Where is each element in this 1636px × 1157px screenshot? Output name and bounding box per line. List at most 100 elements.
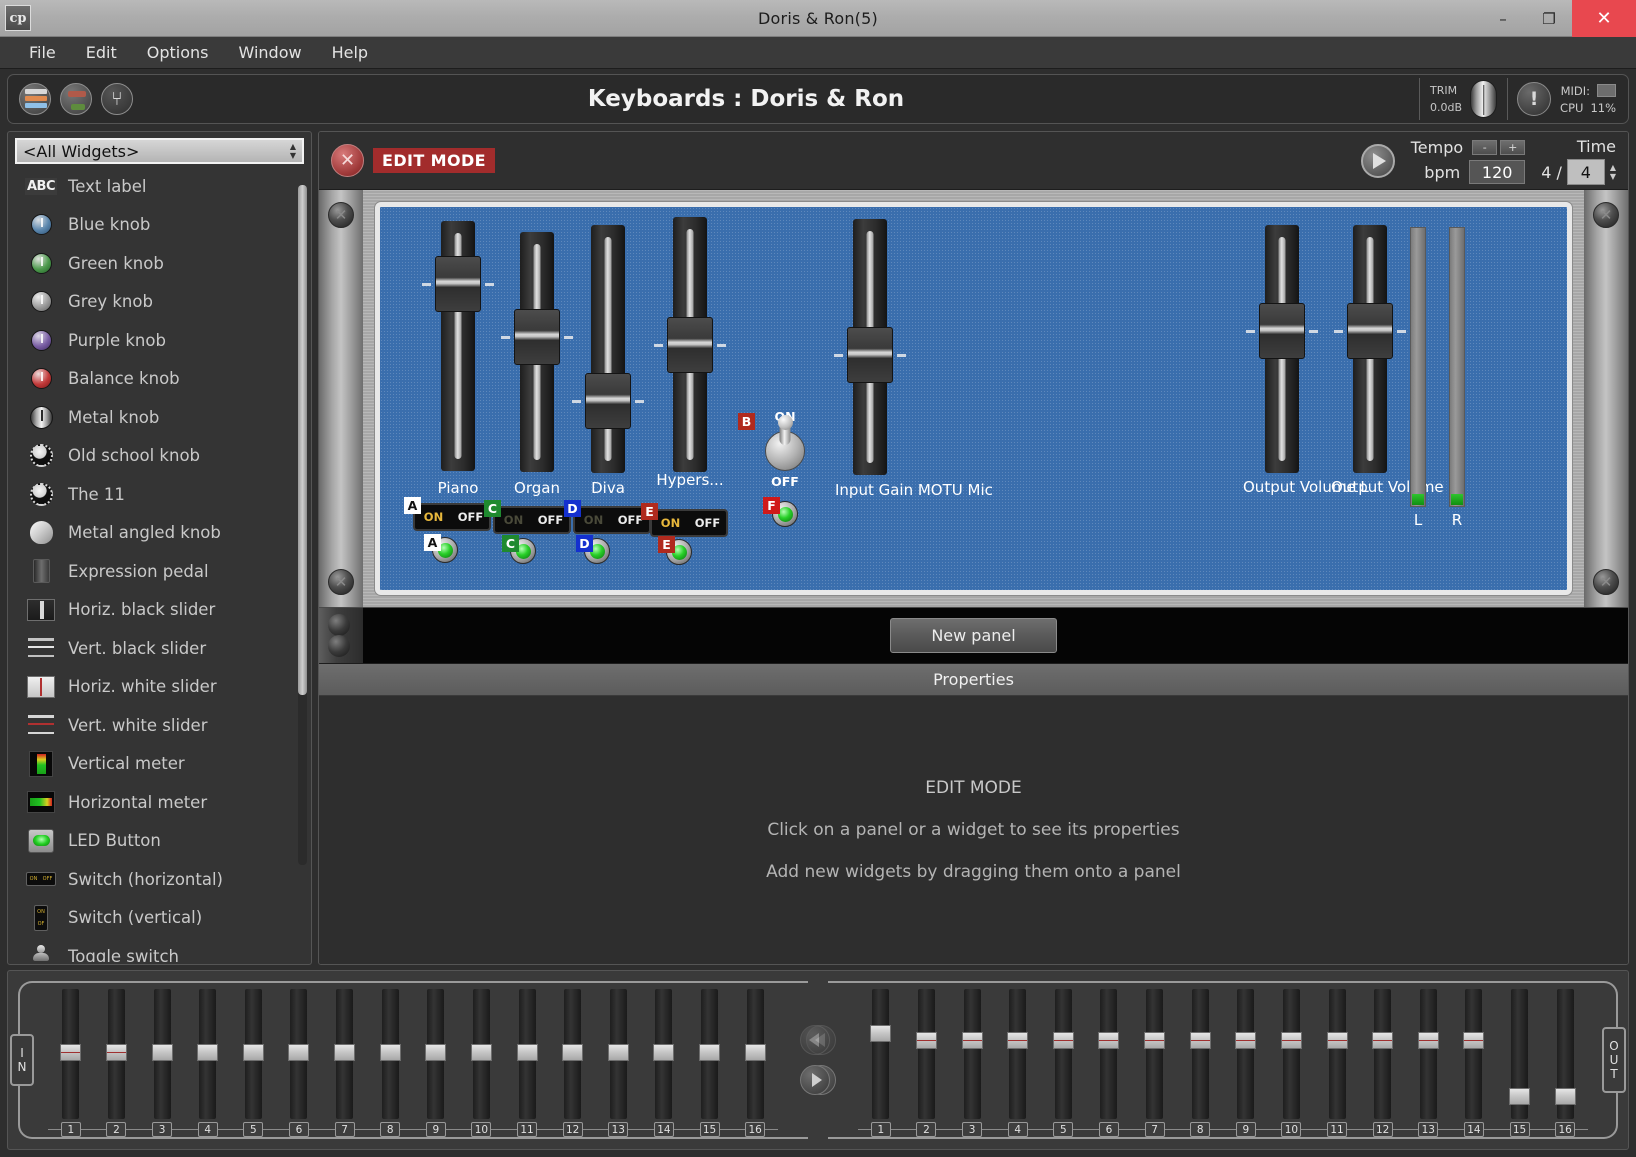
fader-piano[interactable] — [428, 221, 488, 471]
channel-track[interactable] — [1146, 989, 1163, 1119]
sidebar-scroll-thumb[interactable] — [298, 185, 307, 695]
channel-number[interactable]: 9 — [1236, 1122, 1256, 1137]
channel-track[interactable] — [245, 989, 262, 1119]
channel-number[interactable]: 4 — [198, 1122, 218, 1137]
channel-cap[interactable] — [1235, 1032, 1256, 1049]
widget-item-green-knob[interactable]: Green knob — [8, 244, 311, 283]
channel-number[interactable]: 7 — [1145, 1122, 1165, 1137]
menu-window[interactable]: Window — [224, 40, 317, 65]
channel-track[interactable] — [1374, 989, 1391, 1119]
widget-panel[interactable]: Piano Organ Diva — [375, 202, 1572, 595]
channel-track[interactable] — [382, 989, 399, 1119]
channel-track[interactable] — [290, 989, 307, 1119]
channel-cap[interactable] — [916, 1032, 937, 1049]
tempo-increase-button[interactable]: + — [1500, 140, 1525, 155]
maximize-button[interactable]: ❐ — [1526, 0, 1572, 37]
edit-mode-tools-icon[interactable]: ✕ — [331, 144, 364, 177]
channel-number[interactable]: 6 — [1099, 1122, 1119, 1137]
channel-cap[interactable] — [425, 1044, 446, 1061]
channel-number[interactable]: 3 — [152, 1122, 172, 1137]
chevron-updown-icon[interactable]: ▲▼ — [1610, 164, 1616, 181]
channel-cap[interactable] — [562, 1044, 583, 1061]
widget-item-horizontal-meter[interactable]: Horizontal meter — [8, 783, 311, 822]
channel-cap[interactable] — [1190, 1032, 1211, 1049]
menu-file[interactable]: File — [14, 40, 71, 65]
channel-number[interactable]: 8 — [1190, 1122, 1210, 1137]
channel-cap[interactable] — [471, 1044, 492, 1061]
channel-track[interactable] — [199, 989, 216, 1119]
channel-track[interactable] — [154, 989, 171, 1119]
fader-cap[interactable] — [1259, 303, 1305, 359]
routing-icon[interactable] — [60, 83, 92, 115]
menu-edit[interactable]: Edit — [71, 40, 132, 65]
fader-organ[interactable] — [507, 232, 567, 472]
channel-cap[interactable] — [106, 1044, 127, 1061]
channel-track[interactable] — [1420, 989, 1437, 1119]
channel-number[interactable]: 4 — [1008, 1122, 1028, 1137]
fader-output-volume-r[interactable] — [1340, 225, 1400, 473]
widget-item-led-button[interactable]: LED Button — [8, 822, 311, 861]
widget-item-grey-knob[interactable]: Grey knob — [8, 283, 311, 322]
channel-track[interactable] — [336, 989, 353, 1119]
channel-cap[interactable] — [380, 1044, 401, 1061]
widget-item-purple-knob[interactable]: Purple knob — [8, 321, 311, 360]
onoff-switch-e[interactable]: ON OFF — [650, 509, 728, 537]
widget-filter-combo[interactable]: <All Widgets> ▲▼ — [15, 138, 304, 164]
nav-prev-button[interactable] — [800, 1025, 830, 1055]
fader-diva[interactable] — [578, 225, 638, 473]
onoff-switch-d[interactable]: ON OFF — [573, 506, 651, 534]
channel-track[interactable] — [701, 989, 718, 1119]
channel-number[interactable]: 10 — [471, 1122, 491, 1137]
channel-track[interactable] — [108, 989, 125, 1119]
channel-cap[interactable] — [1327, 1032, 1348, 1049]
channel-track[interactable] — [747, 989, 764, 1119]
channel-number[interactable]: 15 — [700, 1122, 720, 1137]
channel-track[interactable] — [964, 989, 981, 1119]
channel-cap[interactable] — [334, 1044, 355, 1061]
channel-number[interactable]: 8 — [380, 1122, 400, 1137]
widget-item-horiz-white-slider[interactable]: Horiz. white slider — [8, 668, 311, 707]
fader-cap[interactable] — [847, 327, 893, 383]
channel-number[interactable]: 5 — [243, 1122, 263, 1137]
channel-cap[interactable] — [608, 1044, 629, 1061]
new-panel-button[interactable]: New panel — [890, 618, 1056, 653]
channel-number[interactable]: 6 — [289, 1122, 309, 1137]
channel-number[interactable]: 10 — [1281, 1122, 1301, 1137]
channel-cap[interactable] — [243, 1044, 264, 1061]
channel-track[interactable] — [655, 989, 672, 1119]
channel-track[interactable] — [1283, 989, 1300, 1119]
channel-cap[interactable] — [1372, 1032, 1393, 1049]
channel-number[interactable]: 3 — [962, 1122, 982, 1137]
channel-cap[interactable] — [1007, 1032, 1028, 1049]
channel-number[interactable]: 14 — [654, 1122, 674, 1137]
channel-cap[interactable] — [962, 1032, 983, 1049]
widget-item-old-school-knob[interactable]: Old school knob — [8, 437, 311, 476]
channel-cap[interactable] — [870, 1025, 891, 1042]
channel-track[interactable] — [1329, 989, 1346, 1119]
channel-number[interactable]: 12 — [563, 1122, 583, 1137]
channel-cap[interactable] — [1418, 1032, 1439, 1049]
channel-cap[interactable] — [1053, 1032, 1074, 1049]
warning-icon[interactable]: ! — [1517, 82, 1551, 116]
menu-help[interactable]: Help — [317, 40, 383, 65]
widget-item-switch-vertical[interactable]: ONOF Switch (vertical) — [8, 899, 311, 938]
channel-track[interactable] — [1557, 989, 1574, 1119]
channel-number[interactable]: 16 — [1555, 1122, 1575, 1137]
channel-cap[interactable] — [1555, 1088, 1576, 1105]
channel-cap[interactable] — [1281, 1032, 1302, 1049]
channel-track[interactable] — [610, 989, 627, 1119]
channel-track[interactable] — [1237, 989, 1254, 1119]
channel-number[interactable]: 11 — [1327, 1122, 1347, 1137]
sidebar-scrollbar[interactable] — [298, 185, 307, 865]
widget-item-text-label[interactable]: ABC Text label — [8, 167, 311, 206]
channel-number[interactable]: 9 — [426, 1122, 446, 1137]
channel-track[interactable] — [564, 989, 581, 1119]
widget-item-vertical-meter[interactable]: Vertical meter — [8, 745, 311, 784]
time-denominator-input[interactable]: 4 — [1567, 159, 1605, 185]
toggle-stick[interactable] — [780, 419, 791, 445]
tuning-fork-icon[interactable]: ⑂ — [101, 83, 133, 115]
channel-cap[interactable] — [653, 1044, 674, 1061]
fader-cap[interactable] — [435, 256, 481, 312]
channel-track[interactable] — [1009, 989, 1026, 1119]
channel-number[interactable]: 2 — [106, 1122, 126, 1137]
